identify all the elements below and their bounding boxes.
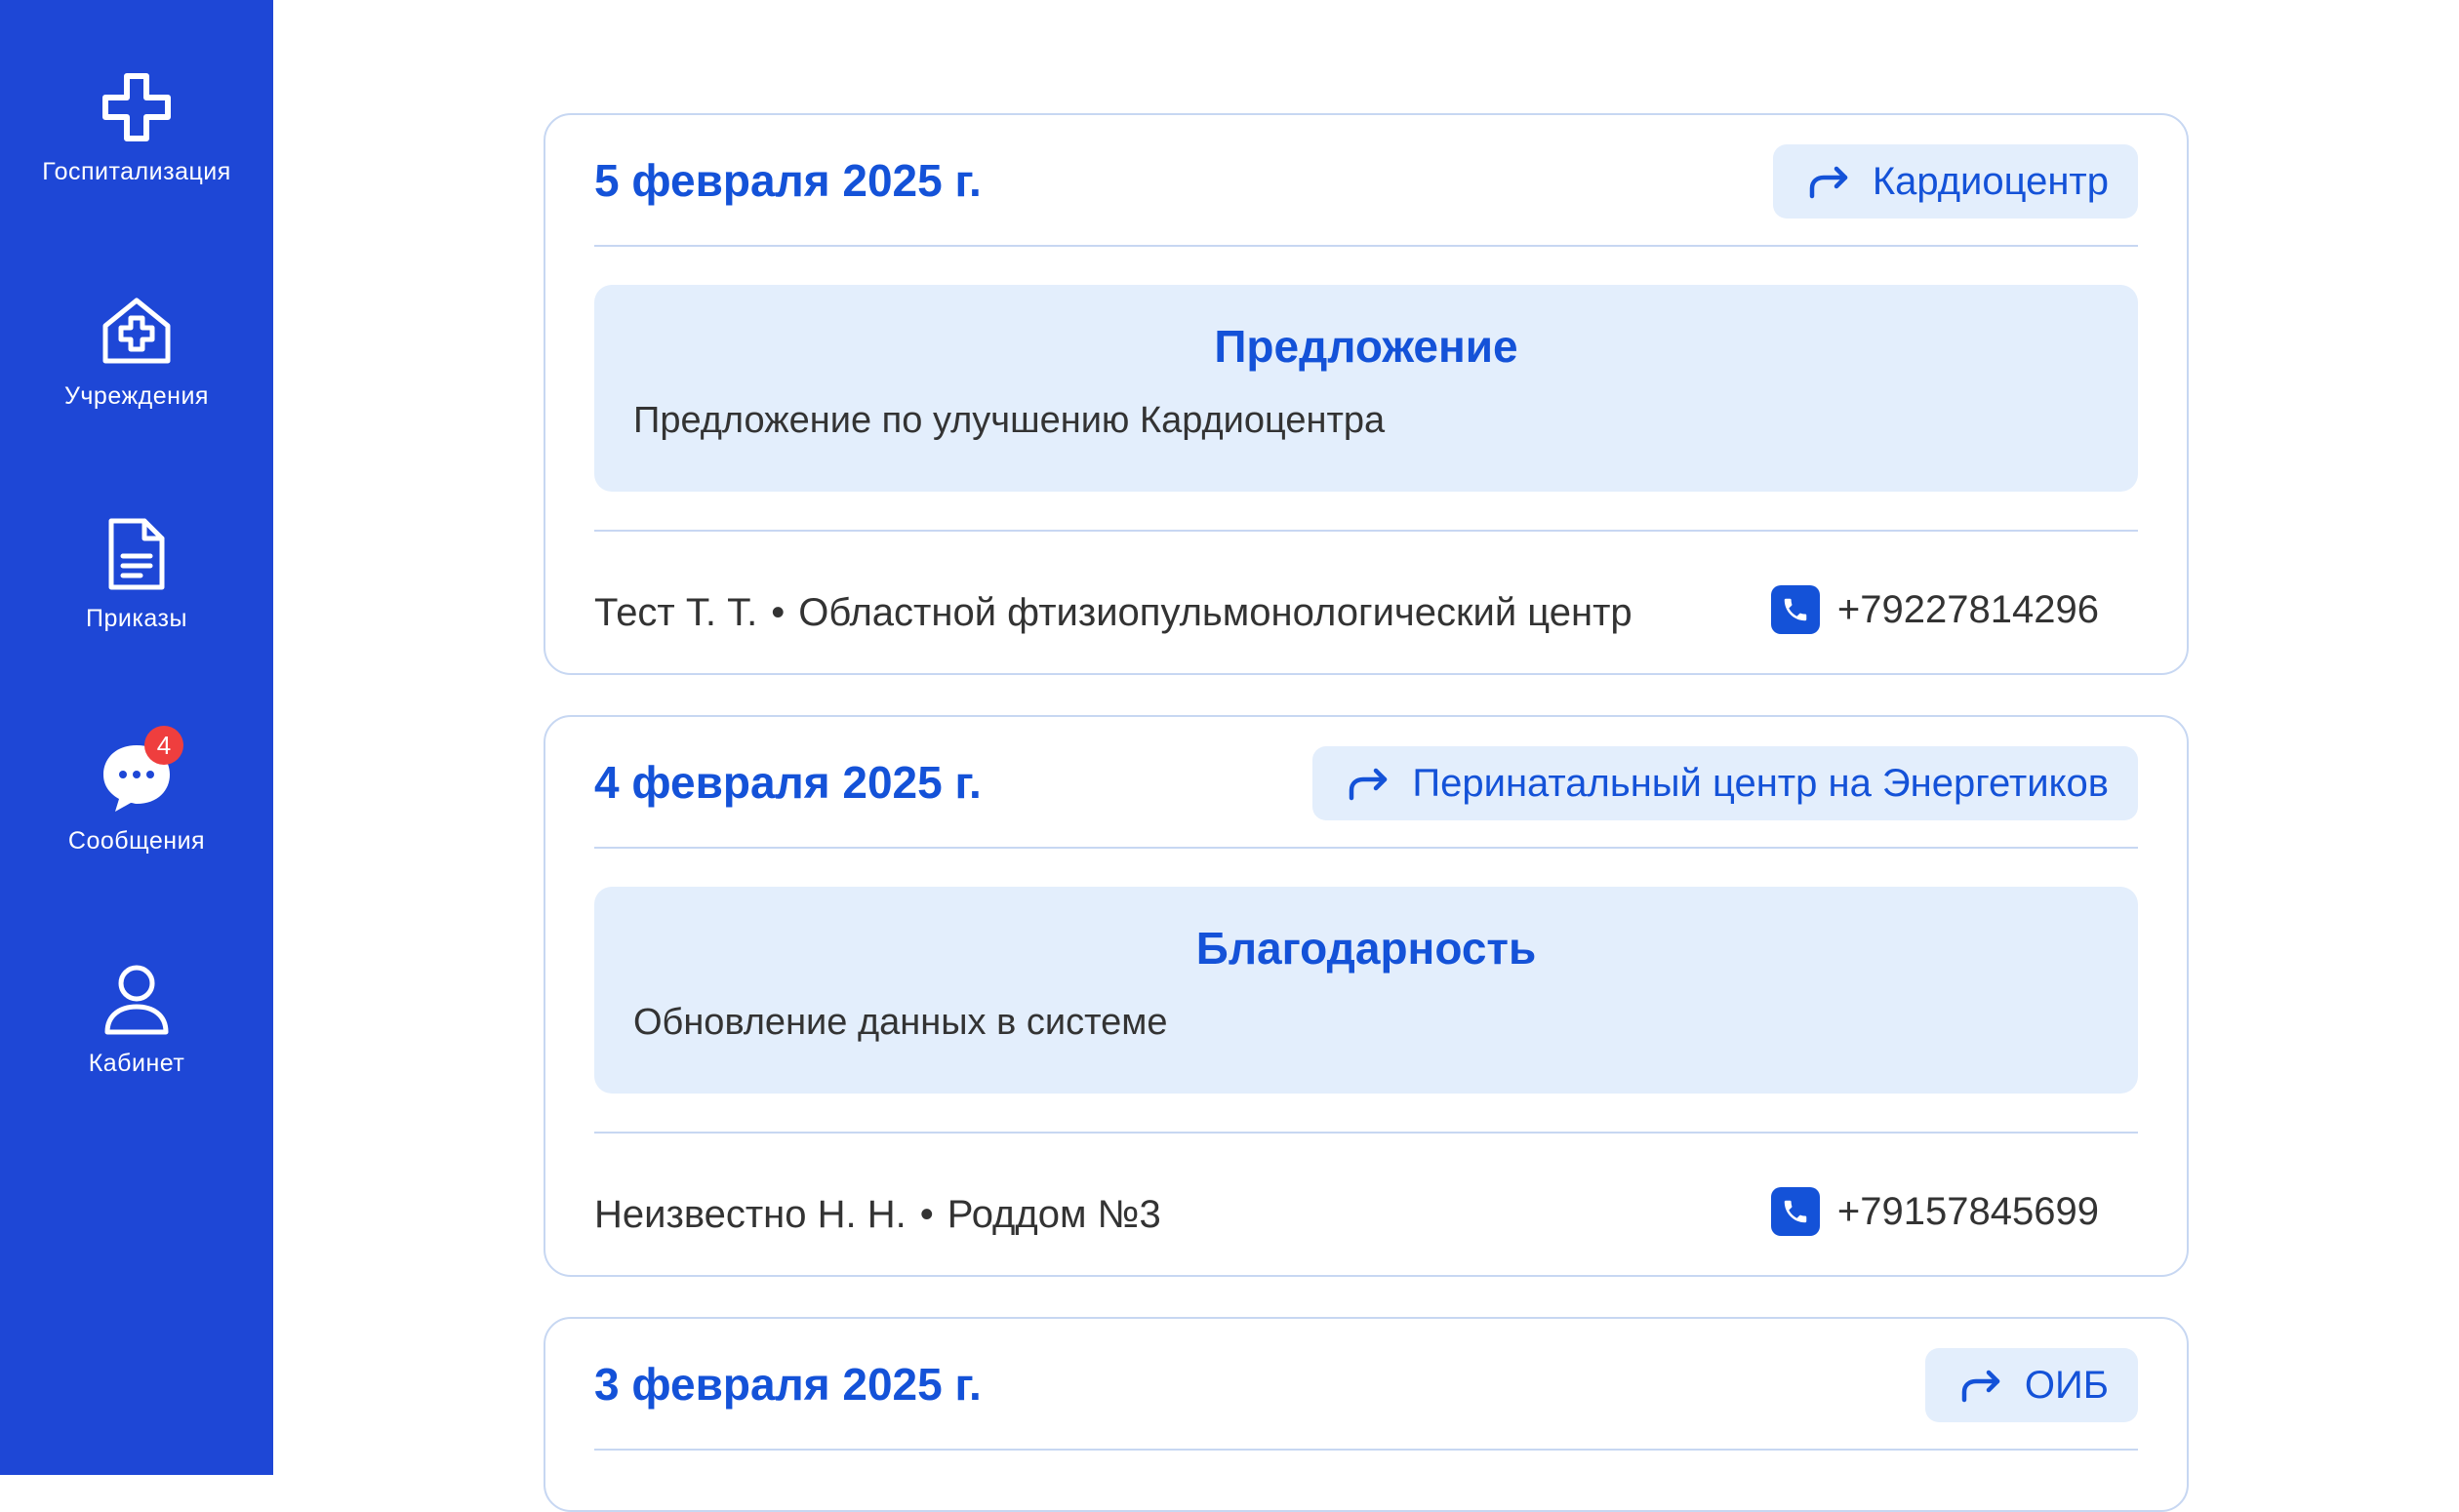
- phone-icon: [1770, 1187, 1820, 1236]
- destination-chip[interactable]: ОИБ: [1924, 1348, 2138, 1422]
- sidebar-item-label: Госпитализация: [42, 158, 231, 185]
- user-icon: [98, 960, 176, 1038]
- destination-label: Кардиоцентр: [1872, 159, 2109, 203]
- destination-label: ОИБ: [2024, 1363, 2109, 1407]
- sidebar-item-messages[interactable]: 4 Сообщения: [0, 726, 273, 855]
- phone-link[interactable]: +79157845699: [1770, 1187, 2099, 1236]
- forward-arrow-icon: [1961, 1370, 2000, 1403]
- message-type: Предложение: [1214, 321, 1518, 372]
- sidebar-item-orders[interactable]: Приказы: [0, 515, 273, 633]
- destination-chip[interactable]: Перинатальный центр на Энергетиков: [1312, 746, 2138, 820]
- card-header: 4 февраля 2025 г. Перинатальный центр на…: [594, 717, 2138, 849]
- medical-cross-icon: [98, 68, 176, 146]
- hospital-house-icon: [98, 293, 176, 371]
- phone-number: +79157845699: [1836, 1189, 2099, 1233]
- sidebar-item-label: Кабинет: [88, 1050, 185, 1077]
- card-footer: Неизвестно Н. Н. • Роддом №3 +79157845699: [594, 1175, 2138, 1253]
- chat-bubble-icon: 4: [98, 726, 183, 816]
- message-body: Благодарность Обновление данных в систем…: [594, 887, 2138, 1094]
- sidebar-item-institutions[interactable]: Учреждения: [0, 293, 273, 411]
- sender-name: Неизвестно Н. Н.: [594, 1193, 907, 1236]
- destination-chip[interactable]: Кардиоцентр: [1772, 144, 2138, 219]
- card-header: 3 февраля 2025 г. ОИБ: [594, 1319, 2138, 1451]
- document-icon: [98, 515, 176, 593]
- card-footer: Тест Т. Т. • Областной фтизиопульмонологич…: [594, 574, 2138, 652]
- destination-label: Перинатальный центр на Энергетиков: [1412, 761, 2109, 805]
- divider: [594, 530, 2138, 532]
- forward-arrow-icon: [1809, 166, 1848, 199]
- sender-info: Неизвестно Н. Н. • Роддом №3: [594, 1193, 1161, 1237]
- phone-link[interactable]: +79227814296: [1770, 585, 2099, 634]
- message-date: 3 февраля 2025 г.: [594, 1359, 982, 1410]
- message-text: Предложение по улучшению Кардиоцентра: [633, 400, 1386, 441]
- phone-number: +79227814296: [1836, 587, 2099, 631]
- message-body: Предложение Предложение по улучшению Кар…: [594, 285, 2138, 492]
- phone-icon: [1770, 585, 1820, 634]
- message-card: 5 февраля 2025 г. Кардиоцентр Предложени…: [544, 113, 2189, 675]
- sidebar-item-label: Сообщения: [67, 827, 206, 855]
- sender-name: Тест Т. Т.: [594, 591, 758, 634]
- separator-dot: •: [919, 1193, 934, 1236]
- unread-badge: 4: [144, 726, 183, 765]
- sidebar-item-label: Приказы: [86, 605, 187, 632]
- sender-organization: Областной фтизиопульмонологический центр: [798, 591, 1633, 634]
- divider: [594, 1132, 2138, 1134]
- message-type: Благодарность: [1195, 923, 1537, 974]
- sidebar: Госпитализация Учреждения Приказы 4 Сооб…: [0, 0, 273, 1475]
- message-card: 4 февраля 2025 г. Перинатальный центр на…: [544, 715, 2189, 1277]
- message-date: 5 февраля 2025 г.: [594, 155, 982, 206]
- sender-info: Тест Т. Т. • Областной фтизиопульмонологич…: [594, 591, 1633, 635]
- message-text: Обновление данных в системе: [633, 1002, 1168, 1043]
- sidebar-item-hospitalization[interactable]: Госпитализация: [0, 68, 273, 186]
- sidebar-item-cabinet[interactable]: Кабинет: [0, 960, 273, 1078]
- separator-dot: •: [771, 591, 786, 634]
- sender-organization: Роддом №3: [947, 1193, 1161, 1236]
- forward-arrow-icon: [1350, 768, 1388, 801]
- sidebar-item-label: Учреждения: [64, 382, 209, 410]
- message-date: 4 февраля 2025 г.: [594, 757, 982, 808]
- message-card: 3 февраля 2025 г. ОИБ: [544, 1317, 2189, 1512]
- card-header: 5 февраля 2025 г. Кардиоцентр: [594, 115, 2138, 247]
